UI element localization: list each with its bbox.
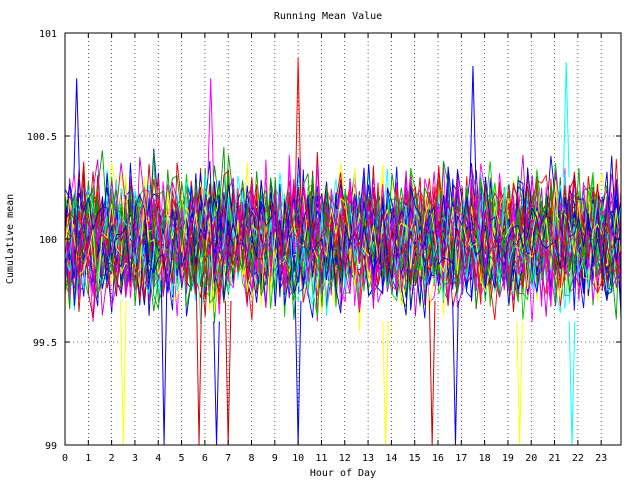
- series-lines: [64, 57, 622, 446]
- series-spike: [452, 300, 459, 446]
- series-spike: [224, 300, 232, 446]
- x-tick-label: 6: [202, 453, 208, 464]
- series-spike: [73, 78, 80, 178]
- x-tick-label: 4: [155, 453, 161, 464]
- y-tick-label: 100: [39, 235, 57, 246]
- x-tick-label: 2: [109, 453, 115, 464]
- x-tick-label: 1: [85, 453, 91, 464]
- x-tick-label: 18: [479, 453, 491, 464]
- x-tick-label: 11: [315, 453, 327, 464]
- line-chart: Running Mean Value 9999.5100100.5101 012…: [5, 11, 622, 479]
- series-spike: [469, 65, 477, 178]
- x-tick-label: 13: [362, 453, 374, 464]
- x-tick-label: 20: [525, 453, 537, 464]
- y-tick-label: 99: [45, 441, 57, 452]
- x-tick-label: 0: [62, 453, 68, 464]
- series-spike: [562, 61, 570, 178]
- series-spike: [207, 78, 214, 178]
- series-spike: [428, 300, 436, 446]
- x-tick-label: 12: [339, 453, 351, 464]
- x-tick-label: 16: [432, 453, 444, 464]
- x-tick-label: 21: [549, 453, 561, 464]
- series-spike: [294, 300, 302, 446]
- x-tick-label: 15: [409, 453, 421, 464]
- y-tick-label: 101: [39, 29, 57, 40]
- y-tick-label: 99.5: [33, 338, 57, 349]
- series-spike: [568, 321, 576, 446]
- series-spike: [195, 280, 203, 446]
- x-tick-label: 14: [385, 453, 397, 464]
- x-tick-label: 8: [248, 453, 254, 464]
- series-spike: [213, 321, 220, 446]
- x-tick-label: 5: [179, 453, 185, 464]
- x-tick-label: 10: [292, 453, 304, 464]
- series-spike: [382, 321, 389, 446]
- y-axis-label: Cumulative mean: [5, 194, 16, 284]
- x-tick-label: 17: [455, 453, 467, 464]
- series-spike: [160, 280, 168, 446]
- series-spike: [119, 300, 127, 446]
- x-tick-label: 19: [502, 453, 514, 464]
- chart-title: Running Mean Value: [274, 11, 382, 22]
- x-tick-label: 22: [572, 453, 584, 464]
- x-tick-label: 3: [132, 453, 138, 464]
- y-tick-label: 100.5: [27, 132, 57, 143]
- x-tick-label: 9: [272, 453, 278, 464]
- x-tick-label: 7: [225, 453, 231, 464]
- series-spike: [516, 321, 523, 446]
- x-axis-label: Hour of Day: [310, 468, 376, 479]
- x-tick-label: 23: [595, 453, 607, 464]
